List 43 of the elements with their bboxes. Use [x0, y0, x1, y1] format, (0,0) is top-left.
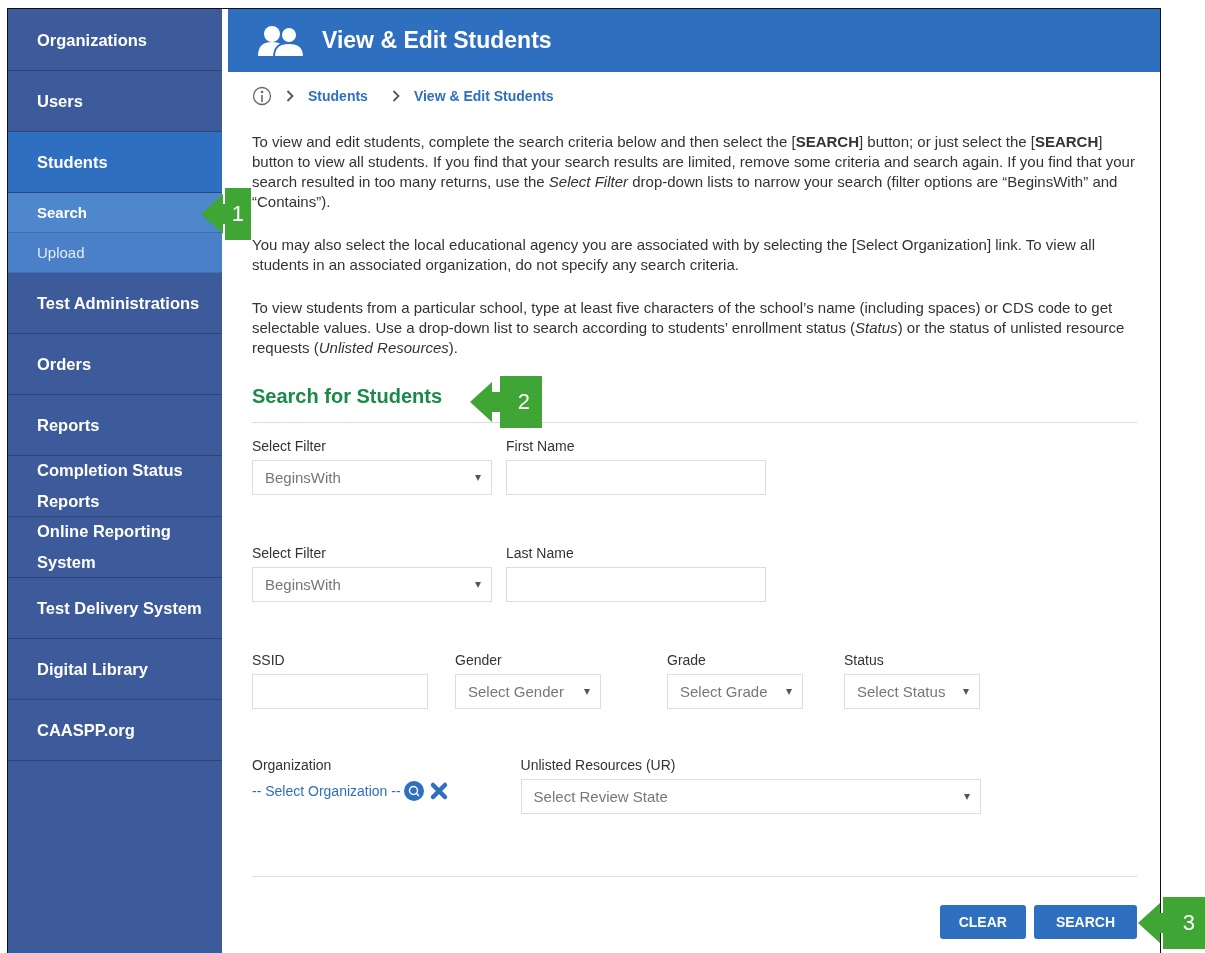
sidebar-item[interactable]: Upload [8, 233, 222, 273]
caret-icon [786, 688, 792, 695]
page-title: View & Edit Students [322, 27, 552, 54]
caret-icon [475, 474, 481, 481]
people-icon [258, 24, 304, 57]
sidebar-item[interactable]: Students [8, 132, 222, 193]
chevron-icon [286, 90, 294, 102]
caret-icon [963, 793, 970, 800]
field-label: Gender [455, 652, 503, 668]
sidebar-item[interactable]: Search [8, 193, 222, 233]
field-label: Last Name [506, 545, 575, 561]
field-label: SSID [252, 652, 286, 668]
dropdown[interactable]: Select Review State [520, 779, 981, 814]
caret-icon [475, 581, 481, 588]
field-label: Organization [252, 757, 333, 773]
clear-button[interactable]: CLEAR [939, 905, 1026, 939]
chevron-icon [391, 90, 400, 102]
select-organization-link[interactable]: -- Select Organization -- [252, 783, 401, 799]
breadcrumb-link[interactable]: View & Edit Students [413, 88, 554, 104]
caret-icon [584, 688, 590, 695]
section-title: Search for Students [252, 385, 443, 408]
dropdown[interactable]: BeginsWith [252, 460, 492, 495]
field-label: Select Filter [252, 545, 327, 561]
field-label: Status [844, 652, 885, 668]
input-field[interactable] [506, 567, 766, 602]
info-icon[interactable] [252, 86, 272, 106]
field-label: Grade [667, 652, 707, 668]
instruction-paragraph: To view students from a particular school, type at least five characters of the school’s name (including spaces) or CDS code to get selectable values. Use a drop-down list to search according to students’ enrollment status (Status) or the status of unlisted resource requests (Unlisted Resources). [252, 298, 1126, 358]
instruction-paragraph: To view and edit students, complete the search criteria below and then select the [SEARCH] button; or just select the [SEARCH] button to view all students. If you find that your search results are limited, remove some criteria and search again. If you find that your search resulted in too many returns, use the Select Filter drop-down lists to narrow your search (filter options are “BeginsWith” and “Contains”). [252, 132, 1136, 212]
field-label: Select Filter [252, 438, 327, 454]
field-label: First Name [506, 438, 576, 454]
caret-icon [963, 688, 969, 695]
input-field[interactable] [506, 460, 766, 495]
field-label: Unlisted Resources (UR) [520, 757, 677, 773]
search-button[interactable]: SEARCH [1033, 905, 1137, 939]
dropdown[interactable]: Select Grade [667, 674, 803, 709]
breadcrumb-link[interactable]: Students [308, 88, 368, 104]
dropdown[interactable]: Select Status [844, 674, 980, 709]
search-icon[interactable] [403, 781, 424, 801]
dropdown[interactable]: Select Gender [455, 674, 601, 709]
input-field[interactable] [252, 674, 428, 709]
instruction-paragraph: You may also select the local educational agency you are associated with by selecting the [Select Organization] link. To view all students in an associated organization, do not specify any search criteria. [252, 235, 1096, 275]
dropdown[interactable]: BeginsWith [252, 567, 492, 602]
